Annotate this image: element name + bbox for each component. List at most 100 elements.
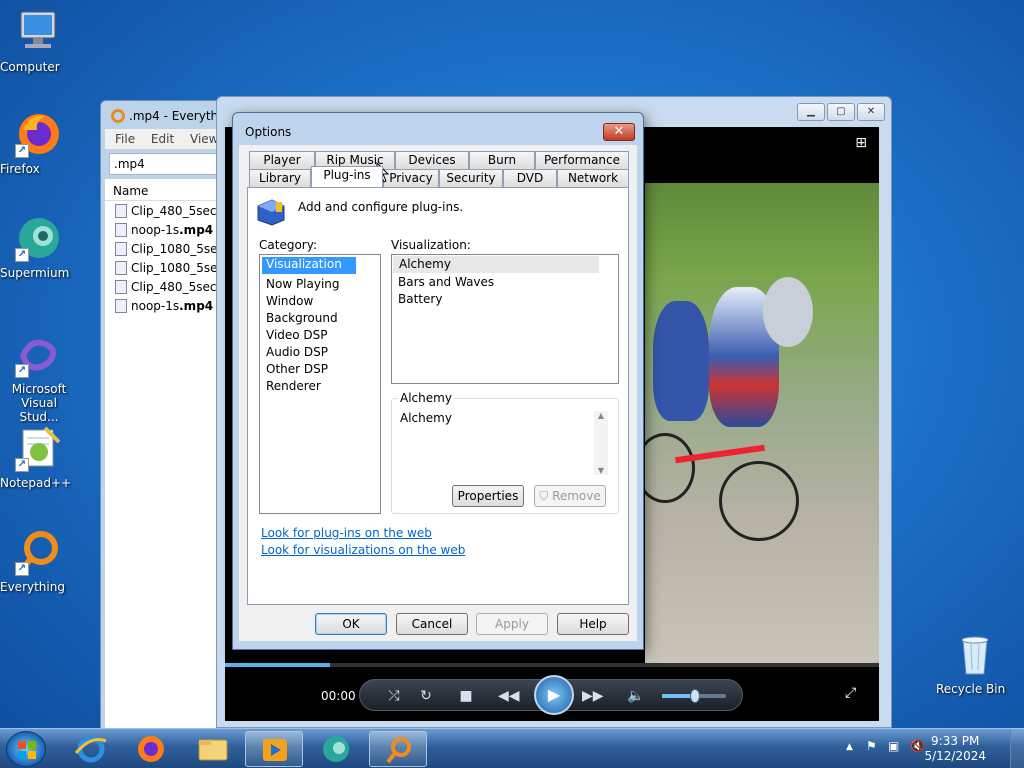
link-visualizations-web[interactable]: Look for visualizations on the web <box>261 543 465 557</box>
category-item-renderer[interactable]: Renderer <box>260 378 380 395</box>
tab-dvd[interactable]: DVD <box>503 169 557 187</box>
taskbar-clock[interactable]: 9:33 PM 5/12/2024 <box>924 734 986 764</box>
cancel-button[interactable]: Cancel <box>396 613 468 635</box>
desktop-icon-label: Notepad++ <box>0 476 72 490</box>
mute-icon[interactable]: 🔈 <box>626 686 646 706</box>
start-button[interactable] <box>6 731 46 767</box>
maximize-button[interactable]: ▢ <box>827 103 855 121</box>
tab-security[interactable]: Security <box>439 169 503 187</box>
everything-search-input[interactable]: .mp4 <box>109 153 231 175</box>
volume-knob[interactable] <box>690 689 700 703</box>
firefox-icon <box>138 736 164 762</box>
plugin-item-bars-and-waves[interactable]: Bars and Waves <box>392 274 618 291</box>
show-hidden-icons-icon[interactable]: ▲ <box>846 742 853 752</box>
helmet-image <box>763 277 813 347</box>
taskbar-internet-explorer[interactable] <box>62 731 120 767</box>
tab-library[interactable]: Library <box>249 169 311 187</box>
category-label: Category: <box>259 238 317 252</box>
ok-button[interactable]: OK <box>315 613 387 635</box>
tab-devices[interactable]: Devices <box>395 151 469 169</box>
category-item-background[interactable]: Background <box>260 310 380 327</box>
shortcut-arrow-icon: ↗ <box>15 458 29 472</box>
plugin-listbox[interactable]: Alchemy Bars and Waves Battery <box>391 254 619 384</box>
firefox-icon: ↗ <box>15 110 63 158</box>
next-icon[interactable]: ▶▶ <box>582 686 604 706</box>
previous-icon[interactable]: ◀◀ <box>498 686 520 706</box>
taskbar-firefox[interactable] <box>122 731 180 767</box>
desktop-icon-recycle-bin[interactable]: Recycle Bin <box>936 630 1014 696</box>
desktop-icon-computer[interactable]: Computer <box>0 8 78 74</box>
menu-view[interactable]: View <box>190 132 218 146</box>
plugin-item-alchemy[interactable]: Alchemy <box>393 256 599 273</box>
link-plugins-web[interactable]: Look for plug-ins on the web <box>261 526 432 540</box>
properties-button[interactable]: Properties <box>452 485 524 507</box>
taskbar: ▲ ⚑ ▣ 🔇 9:33 PM 5/12/2024 <box>0 728 1024 768</box>
show-desktop-button[interactable] <box>1010 729 1024 768</box>
shuffle-icon[interactable]: ⤮ <box>384 686 404 706</box>
category-item-visualization[interactable]: Visualization <box>262 257 356 274</box>
scroll-up-icon[interactable]: ▲ <box>594 411 608 420</box>
play-button[interactable]: ▶ <box>534 675 574 715</box>
computer-icon <box>15 8 63 56</box>
dialog-close-button[interactable]: ✕ <box>603 123 635 141</box>
desktop-icon-label: Everything <box>0 580 65 594</box>
category-listbox[interactable]: Visualization Now Playing Window Backgro… <box>259 254 381 514</box>
tab-performance[interactable]: Performance <box>535 151 629 169</box>
taskbar-supermium[interactable] <box>307 731 365 767</box>
repeat-icon[interactable]: ↻ <box>416 686 436 706</box>
video-frame <box>645 183 879 663</box>
help-button[interactable]: Help <box>557 613 629 635</box>
desktop-icon-everything[interactable]: ↗ Everything <box>0 528 78 594</box>
minimize-button[interactable]: ▁ <box>797 103 825 121</box>
everything-icon <box>386 737 411 764</box>
menu-edit[interactable]: Edit <box>151 132 174 146</box>
details-group-label: Alchemy <box>398 391 454 405</box>
taskbar-file-explorer[interactable] <box>184 731 242 767</box>
desktop-icon-label: Firefox <box>0 162 40 176</box>
remove-button[interactable]: ⛉ Remove <box>534 485 606 507</box>
taskbar-everything[interactable] <box>369 731 427 767</box>
tab-privacy[interactable]: Privacy <box>383 169 439 187</box>
desktop-icon-label: Recycle Bin <box>936 682 1006 696</box>
menu-file[interactable]: File <box>115 132 135 146</box>
dialog-client: Player Rip Music Devices Burn Performanc… <box>239 145 637 641</box>
category-item-other-dsp[interactable]: Other DSP <box>260 361 380 378</box>
video-file-icon <box>115 279 127 294</box>
details-scrollbar[interactable]: ▲ ▼ <box>594 411 608 475</box>
time-display: 00:00 <box>321 689 356 703</box>
category-item-audio-dsp[interactable]: Audio DSP <box>260 344 380 361</box>
desktop-icon-visual-studio[interactable]: ↗ Microsoft Visual Stud... <box>0 330 78 424</box>
network-icon[interactable]: ▣ <box>888 739 899 753</box>
tab-network[interactable]: Network <box>557 169 629 187</box>
tab-plug-ins[interactable]: Plug-ins <box>311 166 383 187</box>
category-item-window[interactable]: Window <box>260 293 380 310</box>
seek-bar[interactable] <box>225 663 879 667</box>
video-file-icon <box>115 241 127 256</box>
action-center-flag-icon[interactable]: ⚑ <box>866 739 877 753</box>
volume-muted-icon[interactable]: 🔇 <box>910 739 925 753</box>
rider-image <box>653 301 709 421</box>
desktop-icon-label: Computer <box>0 60 60 74</box>
visual-studio-icon: ↗ <box>15 330 63 378</box>
plug-ins-icon <box>256 198 286 226</box>
category-item-now-playing[interactable]: Now Playing <box>260 276 380 293</box>
shortcut-arrow-icon: ↗ <box>15 562 29 576</box>
plugin-details-group: Alchemy Alchemy ▲ ▼ Properties ⛉ Remove <box>391 391 619 514</box>
windows-logo-icon <box>18 741 36 759</box>
options-dialog[interactable]: Options ✕ Player Rip Music Devices Burn … <box>232 112 644 650</box>
category-item-video-dsp[interactable]: Video DSP <box>260 327 380 344</box>
everything-icon: ↗ <box>15 528 63 576</box>
desktop-icon-supermium[interactable]: ↗ Supermium <box>0 214 78 280</box>
plugin-item-battery[interactable]: Battery <box>392 291 618 308</box>
scroll-down-icon[interactable]: ▼ <box>594 466 608 475</box>
taskbar-media-player[interactable] <box>245 731 303 767</box>
close-button[interactable]: ✕ <box>857 103 885 121</box>
stop-icon[interactable]: ■ <box>456 686 476 706</box>
tab-burn[interactable]: Burn <box>469 151 535 169</box>
fullscreen-icon[interactable]: ⤢ <box>845 685 856 701</box>
tab-player[interactable]: Player <box>249 151 315 169</box>
apply-button[interactable]: Apply <box>476 613 548 635</box>
switch-to-library-icon[interactable]: ⊞ <box>855 135 867 151</box>
desktop-icon-notepadpp[interactable]: ↗ Notepad++ <box>0 424 78 490</box>
desktop-icon-firefox[interactable]: ↗ Firefox <box>0 110 78 176</box>
